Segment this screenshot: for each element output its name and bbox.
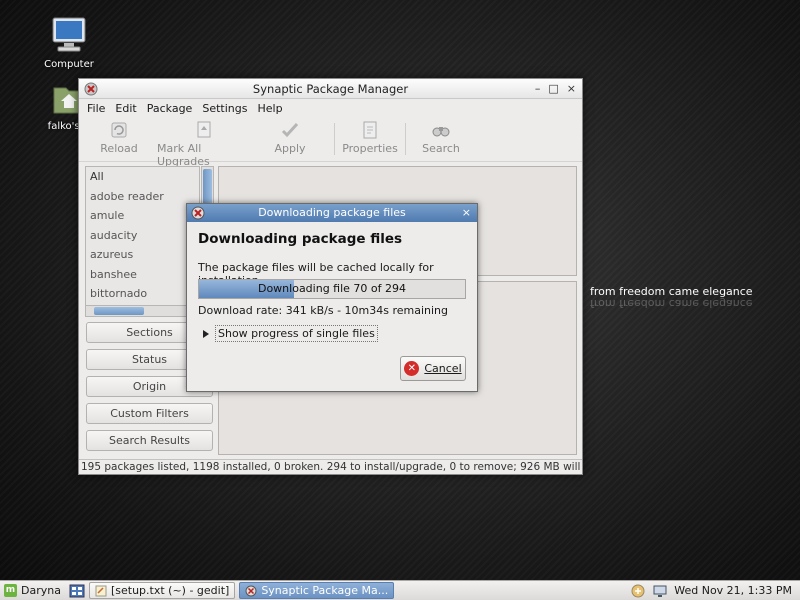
custom-filters-button[interactable]: Custom Filters — [86, 403, 213, 424]
network-icon[interactable] — [652, 583, 668, 599]
taskbar: m Daryna [setup.txt (~) - gedit] Synapti… — [0, 580, 800, 600]
clock[interactable]: Wed Nov 21, 1:33 PM — [674, 584, 792, 597]
minimize-button[interactable]: – — [535, 79, 541, 99]
filter-list-hscrollbar[interactable] — [85, 305, 200, 317]
window-title: Synaptic Package Manager — [252, 82, 409, 96]
single-files-expander[interactable]: Show progress of single files — [203, 325, 378, 342]
menu-settings[interactable]: Settings — [201, 102, 248, 115]
filter-item[interactable]: banshee — [86, 265, 199, 285]
system-tray: Wed Nov 21, 1:33 PM — [630, 583, 800, 599]
desktop-icon-label: Computer — [44, 59, 94, 70]
taskbar-item-label: [setup.txt (~) - gedit] — [110, 584, 230, 597]
show-desktop-icon[interactable] — [69, 583, 85, 599]
filter-item[interactable]: All — [86, 167, 199, 187]
status-bar: 195 packages listed, 1198 installed, 0 b… — [79, 459, 582, 473]
apply-button[interactable]: Apply — [251, 117, 329, 155]
filter-item[interactable]: bittornado — [86, 284, 199, 304]
reload-icon — [111, 122, 127, 138]
mark-all-upgrades-label: Mark All Upgrades — [157, 142, 210, 168]
filter-item[interactable]: adobe reader — [86, 187, 199, 207]
cancel-icon: ✕ — [404, 361, 420, 376]
close-button[interactable]: × — [567, 79, 576, 99]
reload-label: Reload — [100, 142, 138, 155]
search-label: Search — [422, 142, 460, 155]
dialog-heading: Downloading package files — [198, 231, 403, 247]
reload-button[interactable]: Reload — [81, 117, 157, 155]
search-results-button[interactable]: Search Results — [86, 430, 213, 451]
main-menu-button[interactable]: m Daryna — [0, 584, 65, 597]
scrollbar-thumb[interactable] — [203, 169, 212, 207]
synaptic-app-icon — [191, 206, 205, 220]
filter-item[interactable]: amule — [86, 206, 199, 226]
update-manager-icon[interactable] — [630, 583, 646, 599]
properties-label: Properties — [342, 142, 398, 155]
scrollbar-thumb[interactable] — [94, 307, 144, 315]
cancel-button[interactable]: ✕ Cancel — [400, 356, 466, 381]
main-menu-label: Daryna — [21, 584, 61, 597]
search-button[interactable]: Search — [411, 117, 471, 155]
apply-label: Apply — [274, 142, 306, 155]
apply-icon — [281, 122, 299, 138]
toolbar-separator — [405, 123, 406, 155]
menu-package[interactable]: Package — [146, 102, 194, 115]
properties-icon — [363, 121, 377, 139]
window-titlebar[interactable]: Synaptic Package Manager – □ × — [79, 79, 582, 99]
synaptic-app-icon — [84, 82, 98, 96]
toolbar-separator — [334, 123, 335, 155]
dialog-close-button[interactable]: × — [462, 204, 471, 222]
download-dialog: Downloading package files × Downloading … — [186, 203, 478, 392]
download-rate: Download rate: 341 kB/s - 10m34s remaini… — [198, 304, 449, 317]
mint-logo-icon: m — [4, 584, 17, 597]
computer-icon — [52, 17, 86, 52]
desktop-icon-computer[interactable]: Computer — [34, 16, 104, 70]
upgrade-icon — [197, 121, 211, 138]
maximize-button[interactable]: □ — [548, 79, 558, 99]
taskbar-item-gedit[interactable]: [setup.txt (~) - gedit] — [88, 582, 236, 599]
menu-help[interactable]: Help — [256, 102, 283, 115]
filter-list[interactable]: All adobe reader amule audacity azureus … — [85, 166, 200, 306]
properties-button[interactable]: Properties — [340, 117, 400, 155]
synaptic-app-icon — [245, 585, 257, 596]
menu-edit[interactable]: Edit — [114, 102, 137, 115]
cancel-label: Cancel — [424, 362, 462, 375]
expander-arrow-icon — [203, 329, 209, 338]
taskbar-item-synaptic[interactable]: Synaptic Package Ma... — [239, 582, 395, 599]
download-progress-bar: Downloading file 70 of 294 — [198, 279, 466, 299]
dialog-title: Downloading package files — [258, 206, 406, 219]
menu-file[interactable]: File — [86, 102, 106, 115]
toolbar: Reload Mark All Upgrades Apply Propertie… — [79, 117, 582, 168]
menubar: File Edit Package Settings Help — [79, 99, 582, 117]
filter-item[interactable]: audacity — [86, 226, 199, 246]
taskbar-item-label: Synaptic Package Ma... — [261, 584, 389, 597]
expander-label: Show progress of single files — [215, 325, 378, 342]
filter-item[interactable]: azureus — [86, 245, 199, 265]
progress-text: Downloading file 70 of 294 — [257, 282, 407, 295]
mark-all-upgrades-button[interactable]: Mark All Upgrades — [157, 117, 251, 168]
search-icon — [432, 127, 450, 137]
dialog-titlebar[interactable]: Downloading package files × — [187, 204, 477, 222]
text-editor-icon — [95, 585, 107, 596]
wallpaper-slogan-reflection: from freedom came elegance — [590, 297, 753, 310]
